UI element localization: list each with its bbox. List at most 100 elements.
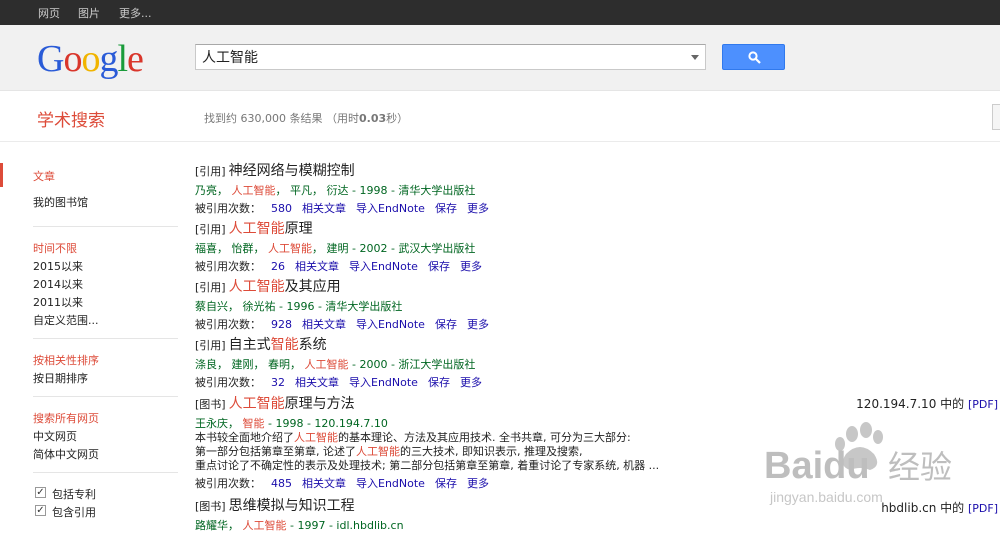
patents-checkbox[interactable]: ✓ — [35, 487, 46, 498]
cited-by-link[interactable]: 被引用次数： 485 — [195, 477, 292, 490]
sidebar-item-articles[interactable]: 文章 — [33, 168, 55, 184]
meta-text: ， 建明 - 2002 - 武汉大学出版社 — [312, 242, 476, 255]
more-link[interactable]: 更多 — [467, 477, 489, 490]
result-type: [引用] — [195, 281, 226, 294]
search-box — [195, 44, 706, 70]
snippet-highlight: 人工智能 — [294, 431, 338, 444]
result-title[interactable]: [引用] 神经网络与模糊控制 — [195, 160, 835, 180]
sidebar-item-chinese-web[interactable]: 中文网页 — [33, 428, 77, 444]
baidu-jingyan-watermark: Baidu 经验 jingyan.baidu.com — [764, 422, 952, 505]
result-links: 被引用次数： 928 相关文章 导入EndNote 保存 更多 — [195, 316, 835, 332]
result-meta: 乃亮， 人工智能， 平凡， 衍达 - 1998 - 清华大学出版社 — [195, 182, 835, 198]
more-link[interactable]: 更多 — [460, 260, 482, 273]
result-links: 被引用次数： 485 相关文章 导入EndNote 保存 更多 — [195, 475, 835, 491]
nav-more[interactable]: 更多... — [119, 5, 152, 21]
snippet-text: 本书较全面地介绍了 — [195, 431, 294, 444]
import-endnote-link[interactable]: 导入EndNote — [356, 318, 425, 331]
result-title[interactable]: [图书] 思维模拟与知识工程 — [195, 495, 835, 515]
result-title[interactable]: [引用] 人工智能原理 — [195, 218, 835, 238]
import-endnote-link[interactable]: 导入EndNote — [356, 477, 425, 490]
save-link[interactable]: 保存 — [428, 260, 450, 273]
cited-label: 被引用次数： — [195, 318, 261, 331]
settings-button[interactable] — [992, 104, 1000, 130]
cited-count: 485 — [271, 477, 292, 490]
result-item: [引用] 神经网络与模糊控制 乃亮， 人工智能， 平凡， 衍达 - 1998 - … — [195, 160, 835, 216]
logo-letter: G — [37, 38, 64, 80]
related-articles-link[interactable]: 相关文章 — [295, 376, 339, 389]
cited-label: 被引用次数： — [195, 260, 261, 273]
more-link[interactable]: 更多 — [460, 376, 482, 389]
title-text: 自主式 — [228, 337, 271, 353]
cited-label: 被引用次数： — [195, 376, 261, 389]
sidebar-item-simplified-chinese[interactable]: 简体中文网页 — [33, 446, 99, 462]
result-title[interactable]: [引用] 自主式智能系统 — [195, 334, 835, 354]
related-articles-link[interactable]: 相关文章 — [295, 260, 339, 273]
title-text: 原理与方法 — [284, 396, 355, 412]
more-link[interactable]: 更多 — [467, 318, 489, 331]
cited-count: 928 — [271, 318, 292, 331]
save-link[interactable]: 保存 — [435, 202, 457, 215]
result-item: [引用] 自主式智能系统 涤良， 建刚， 春明， 人工智能 - 2000 - 浙江… — [195, 334, 835, 390]
cited-by-link[interactable]: 被引用次数： 32 — [195, 376, 285, 389]
scholar-title[interactable]: 学术搜索 — [37, 106, 105, 131]
result-meta: 涤良， 建刚， 春明， 人工智能 - 2000 - 浙江大学出版社 — [195, 356, 835, 372]
cited-label: 被引用次数： — [195, 477, 261, 490]
stats-suffix: 秒） — [386, 112, 409, 125]
snippet-highlight: 人工智能 — [356, 445, 400, 458]
save-link[interactable]: 保存 — [435, 477, 457, 490]
import-endnote-link[interactable]: 导入EndNote — [349, 260, 418, 273]
title-highlight: 人工智能 — [228, 396, 285, 412]
result-item: [图书] 人工智能原理与方法 王永庆， 智能 - 1998 - 120.194.7… — [195, 393, 835, 491]
result-title[interactable]: [图书] 人工智能原理与方法 — [195, 393, 835, 413]
cited-by-link[interactable]: 被引用次数： 928 — [195, 318, 292, 331]
result-meta: 王永庆， 智能 - 1998 - 120.194.7.10 — [195, 415, 835, 431]
watermark-url: jingyan.baidu.com — [769, 489, 883, 505]
sidebar-item-my-library[interactable]: 我的图书馆 — [33, 194, 88, 210]
search-icon — [748, 51, 761, 64]
watermark-cn: 经验 — [888, 448, 952, 486]
citations-label: 包含引用 — [52, 506, 96, 519]
sidebar-item-since-2011[interactable]: 2011以来 — [33, 294, 83, 310]
save-link[interactable]: 保存 — [428, 376, 450, 389]
sidebar-item-custom-range[interactable]: 自定义范围... — [33, 312, 99, 328]
dropdown-arrow-icon[interactable] — [691, 55, 699, 60]
result-item: [引用] 人工智能及其应用 蔡自兴， 徐光祐 - 1996 - 清华大学出版社 被… — [195, 276, 835, 332]
logo-letter: o — [63, 38, 82, 80]
result-item: [引用] 人工智能原理 福喜， 怡群， 人工智能， 建明 - 2002 - 武汉大… — [195, 218, 835, 274]
citations-checkbox[interactable]: ✓ — [35, 505, 46, 516]
result-type: [图书] — [195, 398, 226, 411]
snippet-text: 第一部分包括第章至第章, 论述了 — [195, 445, 356, 458]
search-button[interactable] — [722, 44, 785, 70]
meta-highlight: 人工智能 — [304, 358, 349, 371]
search-input[interactable] — [202, 47, 682, 67]
result-meta: 路耀华， 人工智能 - 1997 - idl.hbdlib.cn — [195, 517, 835, 533]
meta-text: 乃亮， — [195, 184, 232, 197]
cited-by-link[interactable]: 被引用次数： 580 — [195, 202, 292, 215]
save-link[interactable]: 保存 — [435, 318, 457, 331]
cited-by-link[interactable]: 被引用次数： 26 — [195, 260, 285, 273]
related-articles-link[interactable]: 相关文章 — [302, 477, 346, 490]
sidebar-item-sort-date[interactable]: 按日期排序 — [33, 370, 88, 386]
sidebar-item-since-2015[interactable]: 2015以来 — [33, 258, 83, 274]
result-title[interactable]: [引用] 人工智能及其应用 — [195, 276, 835, 296]
sidebar-item-any-time[interactable]: 时间不限 — [33, 240, 77, 256]
related-articles-link[interactable]: 相关文章 — [302, 202, 346, 215]
stats-prefix: 找到约 630,000 条结果 （用时 — [204, 112, 359, 125]
import-endnote-link[interactable]: 导入EndNote — [356, 202, 425, 215]
pdf-link[interactable]: 120.194.7.10 中的 [PDF] — [856, 395, 998, 412]
nav-images[interactable]: 图片 — [78, 5, 100, 21]
import-endnote-link[interactable]: 导入EndNote — [349, 376, 418, 389]
divider — [33, 226, 178, 227]
cited-label: 被引用次数： — [195, 202, 261, 215]
sidebar-item-sort-relevance[interactable]: 按相关性排序 — [33, 352, 99, 368]
google-logo[interactable]: Google — [37, 37, 144, 81]
sidebar-item-all-web[interactable]: 搜索所有网页 — [33, 410, 99, 426]
title-text: 系统 — [298, 337, 327, 353]
search-header: Google — [0, 25, 1000, 91]
sidebar-item-since-2014[interactable]: 2014以来 — [33, 276, 83, 292]
more-link[interactable]: 更多 — [467, 202, 489, 215]
related-articles-link[interactable]: 相关文章 — [302, 318, 346, 331]
meta-text: - 1997 - idl.hbdlib.cn — [286, 519, 404, 532]
meta-highlight: 人工智能 — [268, 242, 312, 255]
nav-web[interactable]: 网页 — [38, 5, 60, 21]
